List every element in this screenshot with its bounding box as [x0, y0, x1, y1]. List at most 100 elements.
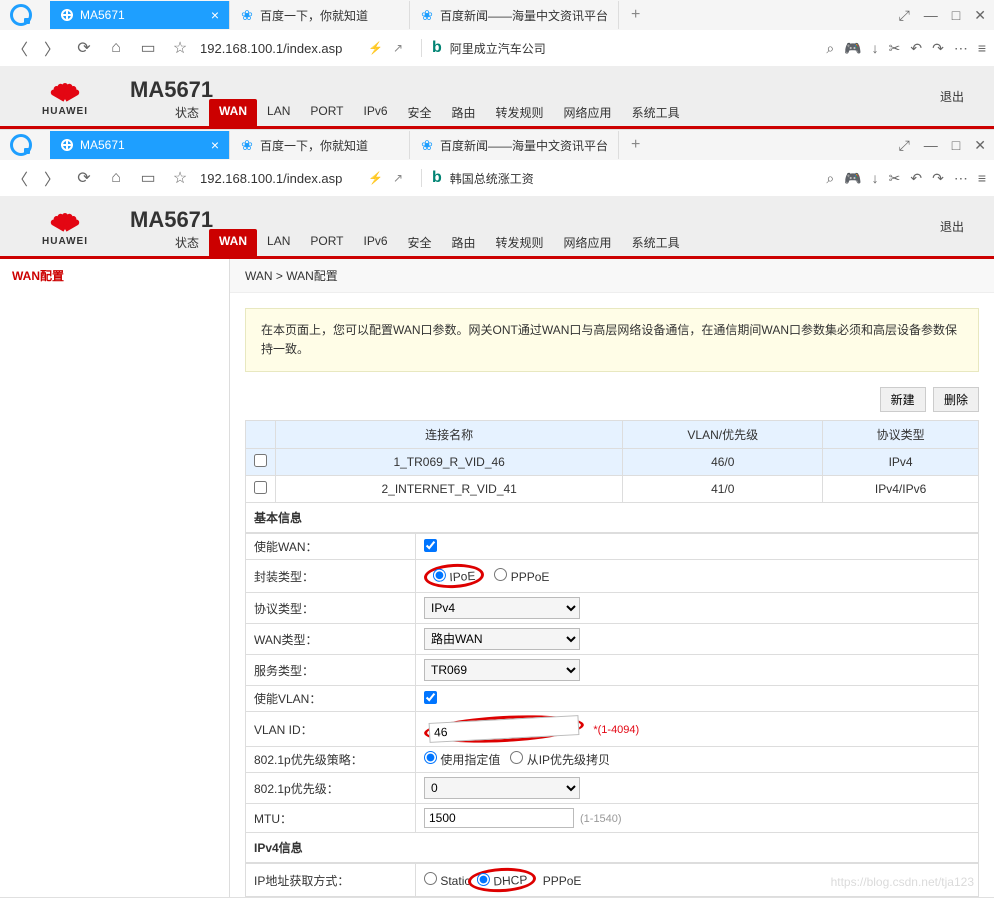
mtu-input[interactable]	[424, 808, 574, 828]
scissors-icon[interactable]: ✂	[889, 40, 901, 57]
search-box[interactable]: b 韩国总统涨工资	[421, 169, 818, 187]
ip-dhcp-radio[interactable]	[476, 873, 490, 887]
menu-icon[interactable]: ≡	[978, 170, 986, 186]
tab[interactable]: ❀ 百度一下，你就知道	[230, 131, 410, 159]
download-icon[interactable]: ↓	[872, 170, 879, 186]
readmode-icon[interactable]: ▭	[136, 36, 160, 60]
tab-active[interactable]: MA5671 ×	[50, 131, 230, 159]
back-button[interactable]: 〈	[8, 166, 32, 190]
more-icon[interactable]: ⋯	[954, 40, 968, 57]
nav-app[interactable]: 网络应用	[554, 99, 622, 126]
search-box[interactable]: b 阿里成立汽车公司	[421, 39, 818, 57]
flash-icon[interactable]: ⚡	[368, 41, 383, 55]
close-icon[interactable]: ×	[211, 7, 219, 23]
nav-app[interactable]: 网络应用	[554, 229, 622, 256]
nav-port[interactable]: PORT	[300, 229, 353, 256]
huawei-logo: HUAWEI	[20, 199, 110, 254]
star-icon[interactable]: ☆	[168, 36, 192, 60]
refresh-button[interactable]: ⟳	[72, 36, 96, 60]
priority-select[interactable]: 0	[424, 777, 580, 799]
back-button[interactable]: 〈	[8, 36, 32, 60]
sidebar-item-wan-config[interactable]: WAN配置	[0, 259, 229, 292]
encap-ipoe-radio[interactable]	[433, 569, 447, 583]
tab[interactable]: ❀ 百度新闻——海量中文资讯平台	[410, 1, 619, 29]
tab[interactable]: ❀ 百度一下，你就知道	[230, 1, 410, 29]
url-input[interactable]: 192.168.100.1/index.asp	[200, 171, 360, 186]
nav-wan[interactable]: WAN	[209, 99, 257, 126]
readmode-icon[interactable]: ▭	[136, 166, 160, 190]
nav-port[interactable]: PORT	[300, 99, 353, 126]
nav-route[interactable]: 路由	[442, 99, 486, 126]
refresh-button[interactable]: ⟳	[72, 166, 96, 190]
redo-icon[interactable]: ↷	[932, 170, 944, 187]
minimize-icon[interactable]: —	[924, 7, 938, 23]
more-icon[interactable]: ⋯	[954, 170, 968, 187]
nav-forward[interactable]: 转发规则	[486, 229, 554, 256]
service-select[interactable]: TR069	[424, 659, 580, 681]
table-row[interactable]: 1_TR069_R_VID_46 46/0 IPv4	[246, 449, 979, 476]
nav-status[interactable]: 状态	[165, 99, 209, 126]
undo-icon[interactable]: ↶	[910, 40, 922, 57]
nav-wan[interactable]: WAN	[209, 229, 257, 256]
enable-wan-checkbox[interactable]	[424, 539, 437, 552]
star-icon[interactable]: ☆	[168, 166, 192, 190]
close-icon[interactable]: ✕	[974, 7, 986, 24]
close-icon[interactable]: ×	[211, 137, 219, 153]
vlan-id-input[interactable]	[429, 715, 580, 743]
home-button[interactable]: ⌂	[104, 166, 128, 190]
wan-type-select[interactable]: 路由WAN	[424, 628, 580, 650]
url-input[interactable]: 192.168.100.1/index.asp	[200, 41, 360, 56]
search-text: 阿里成立汽车公司	[450, 40, 546, 57]
nav-tools[interactable]: 系统工具	[622, 99, 690, 126]
policy-copy-radio[interactable]	[510, 751, 523, 764]
menu-icon[interactable]: ≡	[978, 40, 986, 56]
pin-icon[interactable]: ⤢	[899, 7, 910, 24]
undo-icon[interactable]: ↶	[910, 170, 922, 187]
nav-lan[interactable]: LAN	[257, 229, 300, 256]
download-icon[interactable]: ↓	[872, 40, 879, 56]
share-icon[interactable]: ↗	[393, 41, 403, 55]
nav-tools[interactable]: 系统工具	[622, 229, 690, 256]
nav-security[interactable]: 安全	[398, 229, 442, 256]
home-button[interactable]: ⌂	[104, 36, 128, 60]
new-button[interactable]: 新建	[880, 387, 926, 412]
flash-icon[interactable]: ⚡	[368, 171, 383, 185]
nav-ipv6[interactable]: IPv6	[353, 99, 397, 126]
row-checkbox[interactable]	[254, 481, 267, 494]
maximize-icon[interactable]: □	[952, 137, 960, 153]
new-tab-button[interactable]: +	[619, 6, 652, 24]
minimize-icon[interactable]: —	[924, 137, 938, 153]
logout-link[interactable]: 退出	[940, 88, 964, 105]
nav-forward[interactable]: 转发规则	[486, 99, 554, 126]
ip-static-radio[interactable]	[424, 872, 437, 885]
nav-ipv6[interactable]: IPv6	[353, 229, 397, 256]
game-icon[interactable]: 🎮	[844, 40, 861, 57]
forward-button[interactable]: 〉	[40, 36, 64, 60]
pin-icon[interactable]: ⤢	[899, 137, 910, 154]
forward-button[interactable]: 〉	[40, 166, 64, 190]
search-icon[interactable]: ⌕	[826, 40, 834, 57]
game-icon[interactable]: 🎮	[844, 170, 861, 187]
nav-status[interactable]: 状态	[165, 229, 209, 256]
redo-icon[interactable]: ↷	[932, 40, 944, 57]
table-row[interactable]: 2_INTERNET_R_VID_41 41/0 IPv4/IPv6	[246, 476, 979, 503]
close-icon[interactable]: ✕	[974, 137, 986, 154]
proto-select[interactable]: IPv4	[424, 597, 580, 619]
new-tab-button[interactable]: +	[619, 136, 652, 154]
logout-link[interactable]: 退出	[940, 218, 964, 235]
tab[interactable]: ❀ 百度新闻——海量中文资讯平台	[410, 131, 619, 159]
enable-vlan-checkbox[interactable]	[424, 691, 437, 704]
delete-button[interactable]: 删除	[933, 387, 979, 412]
encap-pppoe-radio[interactable]	[494, 568, 507, 581]
maximize-icon[interactable]: □	[952, 7, 960, 23]
breadcrumb: WAN > WAN配置	[230, 259, 994, 293]
tab-active[interactable]: MA5671 ×	[50, 1, 230, 29]
policy-specified-radio[interactable]	[424, 751, 437, 764]
scissors-icon[interactable]: ✂	[889, 170, 901, 187]
nav-security[interactable]: 安全	[398, 99, 442, 126]
share-icon[interactable]: ↗	[393, 171, 403, 185]
search-icon[interactable]: ⌕	[826, 170, 834, 187]
row-checkbox[interactable]	[254, 454, 267, 467]
nav-route[interactable]: 路由	[442, 229, 486, 256]
nav-lan[interactable]: LAN	[257, 99, 300, 126]
